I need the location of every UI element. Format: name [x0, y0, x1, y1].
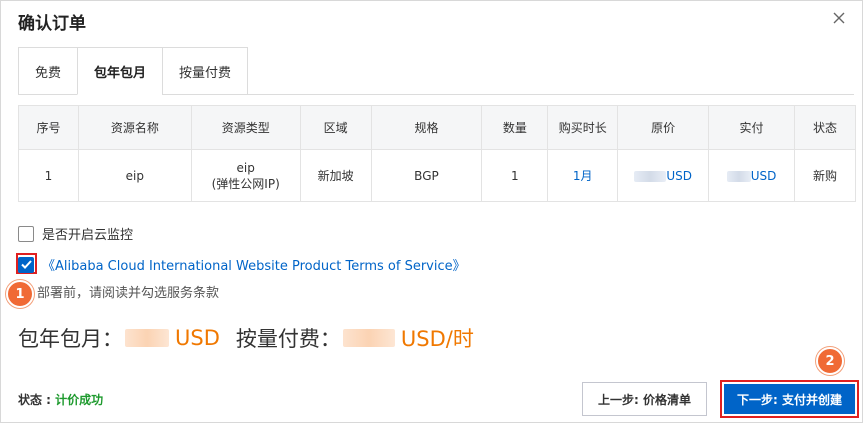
step-badge-1: 1: [6, 280, 34, 308]
cell-region: 新加坡: [299, 149, 372, 202]
col-original-price: 原价: [617, 105, 710, 150]
table-row: 1 eip eip (弹性公网IP) 新加坡 BGP 1 1月 USD USD …: [18, 149, 856, 202]
highlight-box: 下一步: 支付并创建: [720, 380, 859, 418]
terms-hint: 部署前，请阅读并勾选服务条款: [37, 286, 220, 301]
next-step-button[interactable]: 下一步: 支付并创建: [724, 384, 855, 414]
monitor-option: 是否开启云监控: [18, 224, 133, 243]
col-resource-name: 资源名称: [77, 105, 192, 150]
col-status: 状态: [794, 105, 856, 150]
step-badge-2: 2: [816, 347, 844, 375]
terms-checkbox[interactable]: [18, 256, 34, 273]
cell-resource-name: eip: [77, 149, 192, 202]
terms-option: 《Alibaba Cloud International Website Pro…: [18, 255, 466, 274]
col-spec: 规格: [370, 105, 483, 150]
redacted-amount: [634, 170, 667, 182]
payg-price-label: 按量付费：: [235, 327, 341, 351]
monitor-checkbox[interactable]: [18, 225, 34, 242]
subscription-price-label: 包年包月：: [18, 327, 123, 351]
cell-status: 新购: [794, 149, 856, 202]
cell-spec: BGP: [370, 149, 483, 202]
cell-paid-price: USD: [708, 149, 796, 202]
col-duration: 购买时长: [547, 105, 619, 150]
order-table: 序号 资源名称 资源类型 区域 规格 数量 购买时长 原价 实付 状态 1 ei…: [18, 105, 856, 202]
cell-original-price: USD: [617, 149, 710, 202]
col-quantity: 数量: [481, 105, 549, 150]
cell-duration: 1月: [547, 149, 619, 202]
resource-type-name: eip: [236, 160, 255, 175]
terms-link[interactable]: 《Alibaba Cloud International Website Pro…: [42, 255, 466, 274]
redacted-amount: [342, 329, 395, 347]
dialog-title: 确认订单: [18, 14, 86, 34]
tab-free[interactable]: 免费: [18, 47, 78, 95]
cell-index: 1: [18, 149, 79, 202]
cell-quantity: 1: [481, 149, 549, 202]
redacted-amount: [726, 170, 751, 182]
paid-price-unit: USD: [750, 168, 777, 183]
col-index: 序号: [18, 105, 79, 150]
col-region: 区域: [299, 105, 372, 150]
checkmark-icon: [20, 260, 32, 269]
tab-subscription[interactable]: 包年包月: [77, 47, 163, 95]
original-price-unit: USD: [666, 168, 692, 183]
status-value: 计价成功: [55, 393, 104, 407]
close-icon[interactable]: [828, 7, 850, 29]
col-resource-type: 资源类型: [190, 105, 301, 150]
status-label: 状态 :: [18, 393, 56, 407]
prev-step-button[interactable]: 上一步: 价格清单: [582, 382, 707, 416]
confirm-order-dialog: 确认订单 免费 包年包月 按量付费 序号 资源名称 资源类型 区域 规格 数量 …: [0, 0, 863, 423]
price-summary: 包年包月： USD 按量付费： USD/时: [18, 323, 474, 353]
resource-type-desc: (弹性公网IP): [211, 176, 280, 191]
col-paid-price: 实付: [708, 105, 796, 150]
monitor-label: 是否开启云监控: [42, 228, 134, 243]
redacted-amount: [125, 329, 169, 347]
pricing-status: 状态 : 计价成功: [18, 391, 103, 408]
payg-price-unit: USD/时: [400, 327, 474, 351]
cell-resource-type: eip (弹性公网IP): [190, 149, 301, 202]
subscription-price-unit: USD: [175, 326, 220, 350]
table-header-row: 序号 资源名称 资源类型 区域 规格 数量 购买时长 原价 实付 状态: [18, 105, 856, 150]
tab-pay-as-you-go[interactable]: 按量付费: [162, 47, 249, 95]
billing-tabs: 免费 包年包月 按量付费: [18, 47, 249, 95]
